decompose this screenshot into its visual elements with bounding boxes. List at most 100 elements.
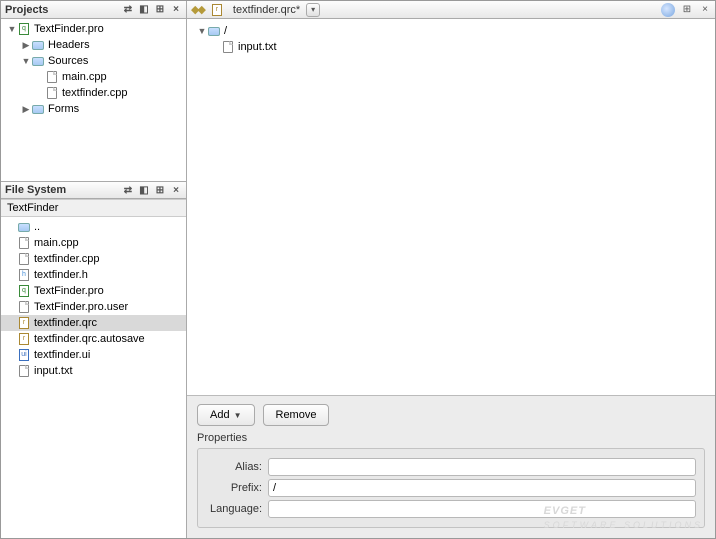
projects-title: Projects: [5, 4, 122, 16]
tree-item[interactable]: ▼qTextFinder.pro: [1, 21, 186, 37]
disclosure-icon[interactable]: ▼: [7, 24, 17, 34]
left-sidebar: Projects ⇄ ◧ ⊞ × ▼qTextFinder.pro▶Header…: [1, 1, 187, 538]
filesystem-header: File System ⇄ ◧ ⊞ ×: [1, 181, 186, 199]
remove-button-label: Remove: [276, 409, 317, 421]
editor-area: ◆◆ r textfinder.qrc* ▾ ⊞ × ▼/input.txt A…: [187, 1, 715, 538]
alias-input[interactable]: [268, 458, 696, 476]
tree-item-label: textfinder.cpp: [62, 87, 127, 99]
file-icon: [17, 252, 31, 266]
split-icon[interactable]: ⊞: [154, 184, 166, 196]
ide-window: Projects ⇄ ◧ ⊞ × ▼qTextFinder.pro▶Header…: [0, 0, 716, 539]
tree-item-label: input.txt: [34, 365, 73, 377]
tree-item[interactable]: textfinder.cpp: [1, 85, 186, 101]
tree-item-label: TextFinder.pro: [34, 23, 104, 35]
sync-icon[interactable]: ⇄: [122, 184, 134, 196]
projects-header-icons: ⇄ ◧ ⊞ ×: [122, 4, 182, 16]
disclosure-icon[interactable]: ▼: [197, 26, 207, 36]
file-icon: [17, 236, 31, 250]
tree-item[interactable]: TextFinder.pro.user: [1, 299, 186, 315]
file-icon: [17, 364, 31, 378]
tree-item-label: textfinder.h: [34, 269, 88, 281]
filter-icon[interactable]: ◧: [138, 184, 150, 196]
tree-item-label: TextFinder.pro.user: [34, 301, 128, 313]
tree-item-label: Forms: [48, 103, 79, 115]
tree-item-label: input.txt: [238, 41, 277, 53]
prefix-label: Prefix:: [206, 482, 262, 494]
tree-item-label: Sources: [48, 55, 88, 67]
tree-item[interactable]: qTextFinder.pro: [1, 283, 186, 299]
split-editor-icon[interactable]: ⊞: [681, 4, 693, 16]
file-icon: [17, 300, 31, 314]
close-icon[interactable]: ×: [170, 184, 182, 196]
disclosure-icon[interactable]: ▼: [21, 56, 31, 66]
close-icon[interactable]: ×: [170, 4, 182, 16]
qrc-file-icon: r: [17, 316, 31, 330]
tree-item[interactable]: htextfinder.h: [1, 267, 186, 283]
properties-box: Alias: Prefix: Language:: [197, 448, 705, 528]
file-icon: [221, 40, 235, 54]
add-button-label: Add: [210, 409, 230, 421]
folder-icon: [207, 24, 221, 38]
resource-properties-panel: Add ▼ Remove Properties Alias: Prefix:: [187, 395, 715, 538]
properties-label: Properties: [197, 432, 705, 444]
tree-item-label: textfinder.qrc.autosave: [34, 333, 145, 345]
tree-item[interactable]: ▶ Forms: [1, 101, 186, 117]
tree-item-label: Headers: [48, 39, 90, 51]
tree-item-label: textfinder.ui: [34, 349, 90, 361]
nav-back-forward-icon[interactable]: ◆◆: [191, 3, 204, 16]
tree-item[interactable]: rtextfinder.qrc: [1, 315, 186, 331]
folder-icon: [17, 220, 31, 234]
tree-item[interactable]: rtextfinder.qrc.autosave: [1, 331, 186, 347]
folder-icon: [31, 102, 45, 116]
filesystem-path-label: TextFinder: [7, 202, 58, 214]
prefix-input[interactable]: [268, 479, 696, 497]
resource-tree[interactable]: ▼/input.txt: [187, 19, 715, 395]
alias-label: Alias:: [206, 461, 262, 473]
tree-item[interactable]: input.txt: [191, 39, 711, 55]
tree-item[interactable]: ▼/: [191, 23, 711, 39]
tree-item[interactable]: textfinder.cpp: [1, 251, 186, 267]
header-file-icon: h: [17, 268, 31, 282]
file-type-icon: r: [210, 3, 224, 17]
filesystem-path[interactable]: TextFinder: [1, 199, 186, 217]
editor-tabbar: ◆◆ r textfinder.qrc* ▾ ⊞ ×: [187, 1, 715, 19]
tree-item-label: /: [224, 25, 227, 37]
tree-item-label: ..: [34, 221, 40, 233]
disclosure-icon[interactable]: ▶: [21, 40, 31, 51]
remove-button[interactable]: Remove: [263, 404, 330, 426]
close-editor-icon[interactable]: ×: [699, 4, 711, 16]
button-row: Add ▼ Remove: [197, 404, 705, 426]
filter-icon[interactable]: ◧: [138, 4, 150, 16]
add-button[interactable]: Add ▼: [197, 404, 255, 426]
ui-file-icon: ui: [17, 348, 31, 362]
tree-item-label: textfinder.cpp: [34, 253, 99, 265]
sync-icon[interactable]: ⇄: [122, 4, 134, 16]
filesystem-tree[interactable]: ..main.cpptextfinder.cpphtextfinder.hqTe…: [1, 217, 186, 538]
projects-header: Projects ⇄ ◧ ⊞ ×: [1, 1, 186, 19]
tree-item-label: textfinder.qrc: [34, 317, 97, 329]
tab-dropdown-icon[interactable]: ▾: [306, 3, 320, 17]
tree-item[interactable]: main.cpp: [1, 235, 186, 251]
split-view-icon[interactable]: [661, 3, 675, 17]
filesystem-header-icons: ⇄ ◧ ⊞ ×: [122, 184, 182, 196]
file-icon: [45, 70, 59, 84]
editor-tab-label[interactable]: textfinder.qrc*: [233, 4, 300, 16]
tree-item-label: TextFinder.pro: [34, 285, 104, 297]
folder-icon: [31, 38, 45, 52]
chevron-down-icon: ▼: [234, 411, 242, 420]
tree-item-label: main.cpp: [62, 71, 107, 83]
projects-tree[interactable]: ▼qTextFinder.pro ▶ Headers ▼ Sources main.cpp…: [1, 19, 186, 181]
language-input[interactable]: [268, 500, 696, 518]
tree-item[interactable]: input.txt: [1, 363, 186, 379]
tree-item[interactable]: ▼ Sources: [1, 53, 186, 69]
tree-item[interactable]: main.cpp: [1, 69, 186, 85]
tree-item[interactable]: ..: [1, 219, 186, 235]
split-icon[interactable]: ⊞: [154, 4, 166, 16]
file-icon: [45, 86, 59, 100]
disclosure-icon[interactable]: ▶: [21, 104, 31, 115]
filesystem-title: File System: [5, 184, 122, 196]
language-label: Language:: [206, 503, 262, 515]
tree-item-label: main.cpp: [34, 237, 79, 249]
tree-item[interactable]: ▶ Headers: [1, 37, 186, 53]
tree-item[interactable]: uitextfinder.ui: [1, 347, 186, 363]
